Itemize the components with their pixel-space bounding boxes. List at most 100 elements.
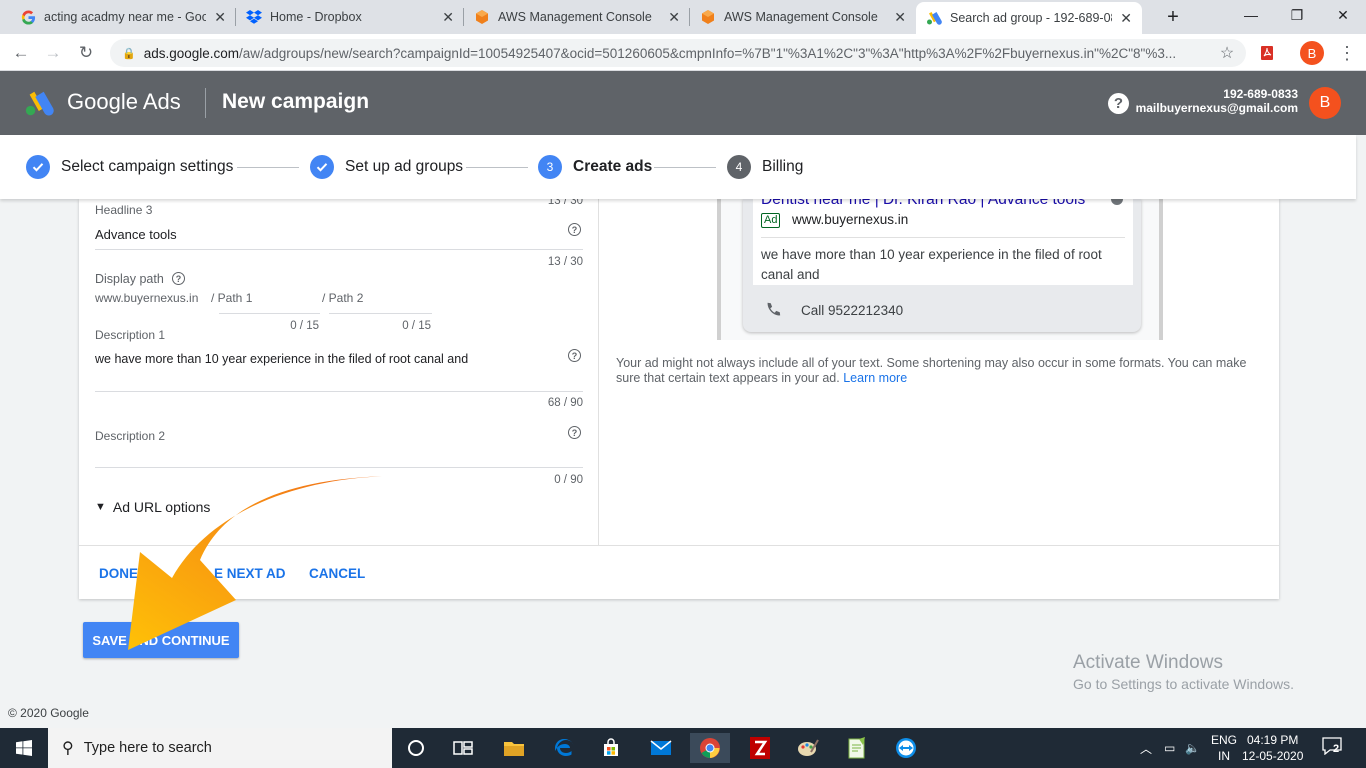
phone-icon [767, 302, 781, 316]
preview-note: Your ad might not always include all of … [616, 356, 1256, 386]
tab-title: AWS Management Console [724, 10, 878, 24]
store-icon[interactable] [591, 733, 631, 763]
ad-editor-card: 13 / 30 Headline 3 Advance tools ? 13 / … [79, 199, 1279, 599]
tab-title: AWS Management Console [498, 10, 652, 24]
close-window-icon[interactable]: ✕ [1320, 0, 1366, 30]
clock-date: 12-05-2020 [1242, 749, 1304, 763]
taskbar-search-input[interactable]: ⚲ Type here to search [48, 728, 392, 768]
campaign-stepper: Select campaign settings Set up ad group… [0, 135, 1356, 199]
lock-icon: 🔒 [122, 47, 136, 60]
input-underline [95, 467, 583, 468]
ad-url-options-label: Ad URL options [112, 499, 211, 515]
save-and-continue-button[interactable]: SAVE AND CONTINUE [83, 622, 239, 658]
help-icon[interactable]: ? [568, 223, 581, 236]
restore-icon[interactable]: ❐ [1274, 0, 1320, 30]
aws-icon [474, 9, 490, 25]
step-label: Set up ad groups [345, 158, 464, 175]
account-info[interactable]: 192-689-0833 mailbuyernexus@gmail.com [1136, 87, 1298, 115]
tab-google-search[interactable]: acting acadmy near me - Goog ✕ [10, 0, 236, 34]
search-icon: ⚲ [62, 740, 74, 757]
chrome-icon[interactable] [690, 733, 730, 763]
notification-center-icon[interactable]: 2 [1322, 737, 1346, 759]
tab-search-ad-group[interactable]: Search ad group - 192-689-08 ✕ [916, 2, 1142, 34]
help-icon[interactable]: ? [172, 272, 185, 285]
path1-input[interactable]: / Path 1 [211, 291, 252, 305]
close-tab-icon[interactable]: ✕ [214, 9, 226, 26]
headline3-input[interactable]: Advance tools [95, 227, 177, 242]
ad-url-options-toggle[interactable]: ▼ Ad URL options [95, 499, 210, 515]
language-indicator[interactable]: ENG IN [1211, 732, 1237, 764]
battery-icon[interactable]: ▭ [1164, 741, 1175, 755]
char-count: 68 / 90 [547, 397, 583, 409]
url-input[interactable]: 🔒 ads.google.com/aw/adgroups/new/search?… [110, 39, 1246, 67]
close-tab-icon[interactable]: ✕ [894, 9, 906, 26]
activate-windows-watermark: Activate Windows Go to Settings to activ… [1073, 652, 1294, 692]
system-tray: ︿ ▭ 🔈 [1140, 728, 1200, 768]
help-icon[interactable]: ? [568, 349, 581, 362]
cortana-icon[interactable] [396, 733, 436, 763]
char-count: 0 / 15 [290, 320, 319, 332]
step-set-up-ad-groups[interactable]: Set up ad groups [310, 155, 463, 179]
copyright: © 2020 Google [8, 706, 89, 720]
mail-icon[interactable] [641, 733, 681, 763]
language-code: ENG [1211, 733, 1238, 747]
task-view-icon[interactable] [443, 733, 483, 763]
clock[interactable]: 04:19 PM 12-05-2020 [1242, 732, 1303, 764]
google-ads-icon [926, 10, 942, 26]
profile-avatar[interactable]: B [1300, 41, 1324, 65]
step-connector [654, 167, 716, 168]
chevron-down-icon: ▼ [95, 501, 106, 513]
new-tab-button[interactable]: + [1150, 2, 1196, 32]
help-icon[interactable]: ? [568, 426, 581, 439]
close-tab-icon[interactable]: ✕ [442, 9, 454, 26]
edge-icon[interactable] [544, 733, 584, 763]
pdf-extension-icon[interactable] [1254, 40, 1280, 66]
google-icon [20, 9, 36, 25]
step-label: Create ads [573, 158, 653, 175]
step-create-ads[interactable]: 3 Create ads [538, 155, 652, 179]
volume-icon[interactable]: 🔈 [1185, 741, 1200, 755]
checkmark-icon [310, 155, 334, 179]
filezilla-icon[interactable] [740, 733, 780, 763]
activate-subtitle: Go to Settings to activate Windows. [1073, 676, 1294, 692]
back-arrow-icon[interactable]: ← [8, 40, 34, 66]
create-next-ad-button[interactable]: E NEXT AD [214, 566, 286, 581]
input-underline [219, 313, 320, 314]
step-connector [237, 167, 299, 168]
preview-note-text: Your ad might not always include all of … [616, 356, 1247, 385]
account-email: mailbuyernexus@gmail.com [1135, 101, 1298, 115]
paint-icon[interactable] [788, 733, 828, 763]
chevron-up-icon[interactable]: ︿ [1140, 740, 1152, 757]
avatar[interactable]: B [1309, 87, 1341, 119]
file-explorer-icon[interactable] [494, 733, 534, 763]
done-button[interactable]: DONE A [99, 566, 151, 581]
step-billing[interactable]: 4 Billing [727, 155, 803, 179]
help-icon[interactable]: ? [1108, 93, 1129, 114]
cancel-button[interactable]: CANCEL [309, 566, 365, 581]
tab-dropbox[interactable]: Home - Dropbox ✕ [236, 0, 464, 34]
browser-tab-bar: acting acadmy near me - Goog ✕ Home - Dr… [0, 0, 1366, 34]
learn-more-link[interactable]: Learn more [843, 371, 907, 385]
close-tab-icon[interactable]: ✕ [668, 9, 680, 26]
notepad-plus-icon[interactable] [837, 733, 877, 763]
menu-kebab-icon[interactable]: ⋮ [1334, 40, 1360, 66]
step-select-campaign-settings[interactable]: Select campaign settings [26, 155, 233, 179]
reload-icon[interactable]: ↻ [73, 40, 99, 66]
forward-arrow-icon[interactable]: → [40, 40, 66, 66]
google-ads-logo-icon[interactable] [24, 88, 54, 118]
display-path-domain: www.buyernexus.in [95, 291, 199, 305]
bookmark-star-icon[interactable]: ☆ [1214, 40, 1240, 66]
input-underline [95, 391, 583, 392]
description1-input[interactable]: we have more than 10 year experience in … [95, 352, 468, 366]
teamviewer-icon[interactable] [886, 733, 926, 763]
minimize-icon[interactable]: — [1228, 0, 1274, 30]
close-tab-icon[interactable]: ✕ [1120, 10, 1132, 27]
url-host: ads.google.com [143, 45, 240, 61]
tab-aws-console-2[interactable]: AWS Management Console ✕ [690, 0, 916, 34]
tab-title: Search ad group - 192-689-08 [950, 11, 1113, 25]
path2-input[interactable]: / Path 2 [322, 291, 363, 305]
windows-start-icon[interactable] [0, 728, 48, 768]
step-connector [466, 167, 528, 168]
ad-preview-url: www.buyernexus.in [792, 212, 909, 227]
tab-aws-console-1[interactable]: AWS Management Console ✕ [464, 0, 690, 34]
